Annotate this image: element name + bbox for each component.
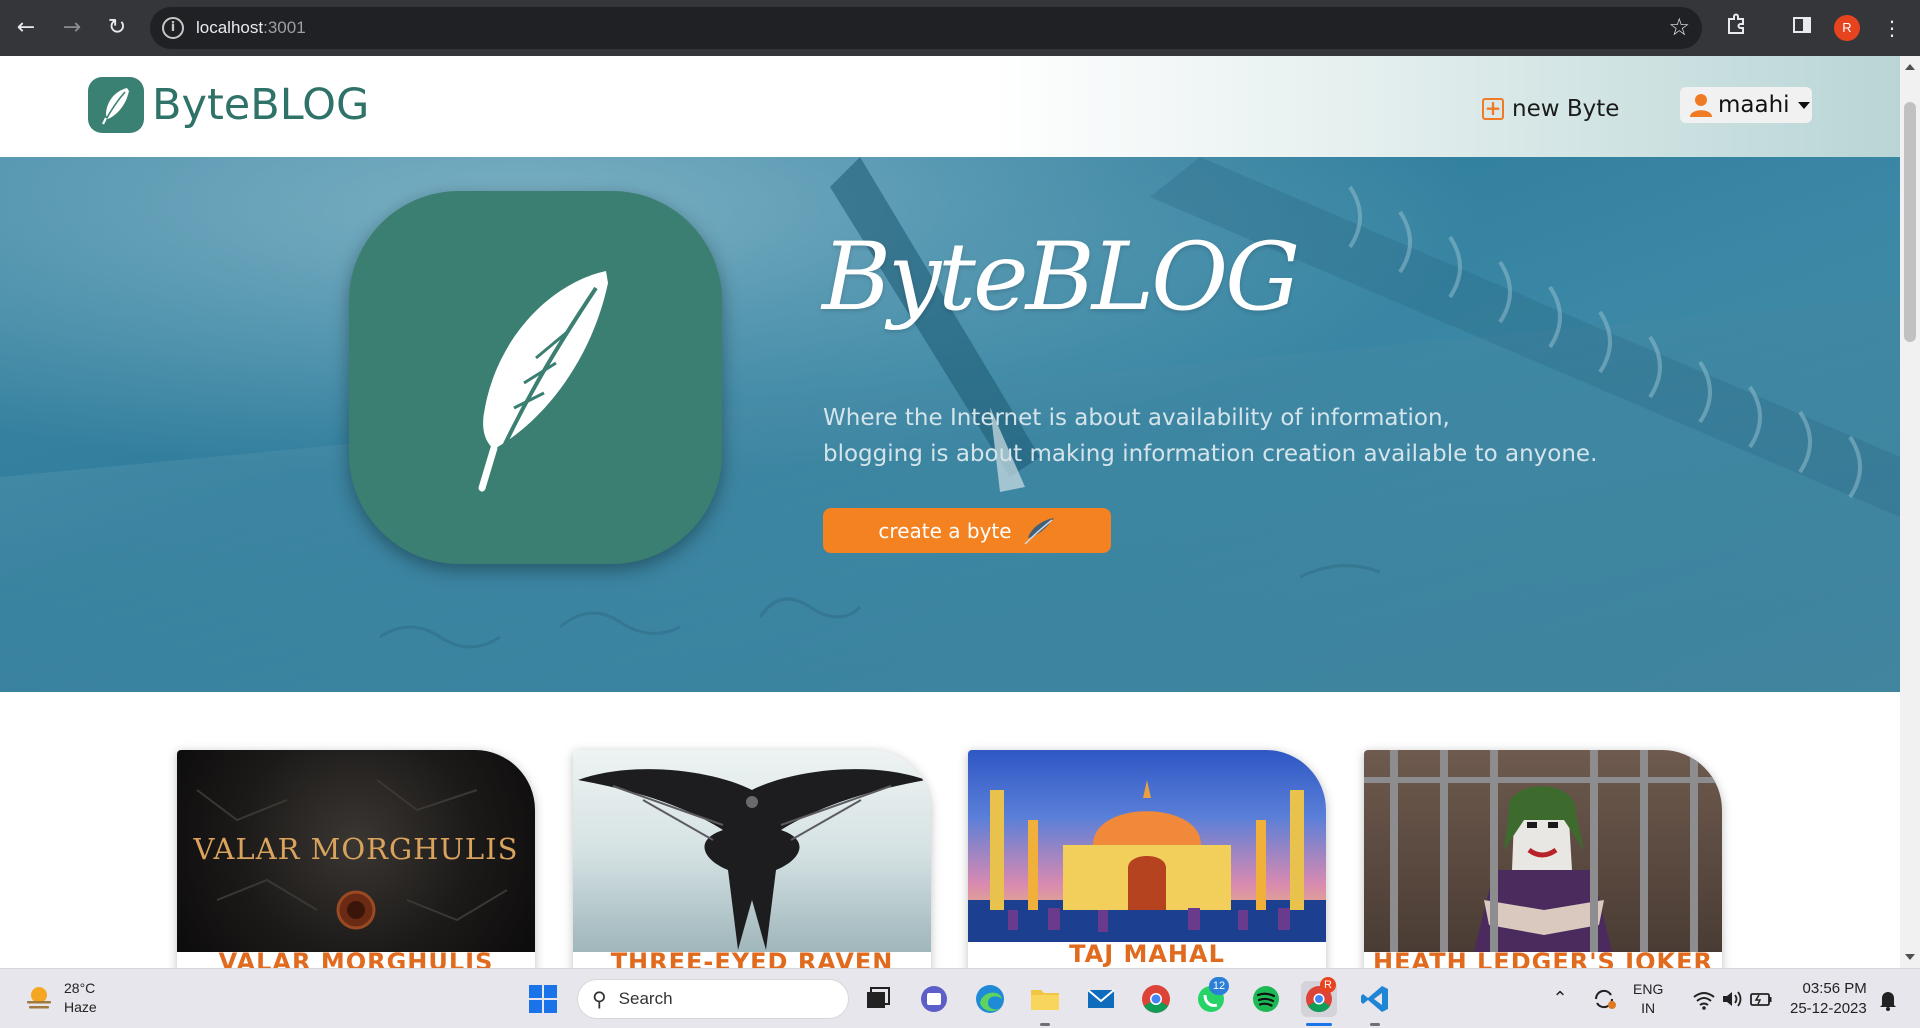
system-clock[interactable]: 03:56 PM 25-12-2023 [1790, 969, 1867, 1028]
spotify-icon[interactable] [1248, 981, 1284, 1017]
forward-icon[interactable]: → [56, 12, 88, 44]
card-image-taj-mahal [968, 750, 1326, 942]
url-host: localhost [196, 18, 264, 37]
back-icon[interactable]: ← [10, 12, 42, 44]
scrollbar-thumb[interactable] [1904, 102, 1916, 342]
tray-overflow-chevron-icon[interactable]: ⌃ [1542, 981, 1578, 1017]
feather-logo-icon [88, 77, 144, 133]
joker-icon [1364, 750, 1722, 952]
haze-sun-icon [27, 987, 51, 1009]
user-icon [1690, 93, 1712, 117]
user-name: maahi [1718, 92, 1790, 118]
mail-icon[interactable] [1083, 981, 1119, 1017]
lang-code: ENG [1633, 981, 1664, 997]
feather-icon [478, 270, 608, 491]
teams-chat-icon[interactable] [916, 981, 952, 1017]
search-icon: ⚲ [592, 988, 607, 1011]
chevron-down-icon [1797, 101, 1810, 109]
quill-icon [1024, 517, 1054, 545]
card-title[interactable]: TAJ MAHAL [968, 940, 1326, 968]
profile-avatar[interactable]: R [1834, 15, 1860, 41]
search-placeholder: Search [618, 989, 673, 1008]
hero-banner: ByteBLOG Where the Internet is about ava… [0, 157, 1900, 692]
plus-square-icon: + [1482, 98, 1504, 120]
raven-icon [578, 769, 926, 950]
card-title[interactable]: THREE-EYED RAVEN [573, 948, 931, 968]
chrome-icon[interactable] [1138, 981, 1174, 1017]
scroll-down-icon[interactable] [1905, 954, 1915, 960]
bookmark-star-icon[interactable]: ☆ [1668, 13, 1690, 41]
card-title[interactable]: VALAR MORGHULIS [177, 948, 535, 968]
menu-kebab-icon[interactable]: ⋮ [1876, 12, 1908, 44]
browser-toolbar: ← → ↻ i localhost:3001 ☆ R ⋮ [0, 0, 1920, 56]
address-bar[interactable]: i localhost:3001 ☆ [150, 7, 1702, 49]
new-byte-link[interactable]: + new Byte [1482, 91, 1619, 127]
blog-card[interactable]: VALAR MORGHULIS VALAR MORGHULIS [177, 750, 535, 968]
site-navbar: ByteBLOG + new Byte maahi [0, 56, 1900, 157]
new-byte-label: new Byte [1512, 96, 1620, 122]
file-explorer-icon[interactable] [1027, 981, 1063, 1017]
scroll-up-icon[interactable] [1905, 64, 1915, 70]
chrome-profile-badge: R [1320, 977, 1336, 993]
lang-region: IN [1641, 1000, 1656, 1016]
chrome-active-indicator [1306, 1023, 1332, 1026]
clock-time: 03:56 PM [1802, 980, 1867, 997]
hero-title: ByteBLOG [822, 223, 1300, 332]
tagline-line-2: blogging is about making information cre… [823, 441, 1598, 467]
url-port: :3001 [263, 18, 306, 37]
vscode-icon[interactable] [1357, 981, 1393, 1017]
weather-widget[interactable]: 28°C Haze [24, 979, 97, 1017]
edge-browser-icon[interactable] [972, 981, 1008, 1017]
page-scrollbar[interactable] [1900, 56, 1920, 968]
clock-date: 25-12-2023 [1790, 1000, 1867, 1017]
hero-logo [349, 191, 722, 564]
create-byte-label: create a byte [878, 518, 1012, 543]
card-image-valar-morghulis: VALAR MORGHULIS [177, 750, 535, 952]
blog-card[interactable]: THREE-EYED RAVEN [573, 750, 931, 968]
card-image-joker [1364, 750, 1722, 952]
weather-desc: Haze [64, 999, 97, 1015]
windows-start-icon[interactable] [525, 981, 561, 1017]
brand-name: ByteBLOG [152, 80, 370, 130]
tagline-line-1: Where the Internet is about availability… [823, 405, 1450, 431]
notification-bell-icon[interactable] [1870, 981, 1906, 1017]
card-title[interactable]: HEATH LEDGER'S JOKER [1364, 948, 1722, 968]
url-text[interactable]: localhost:3001 [196, 18, 306, 38]
side-panel-icon[interactable] [1786, 12, 1818, 44]
blog-card[interactable]: TAJ MAHAL [968, 750, 1326, 968]
input-language[interactable]: ENG IN [1633, 969, 1663, 1028]
explorer-running-indicator [1040, 1023, 1050, 1026]
card-image-caption: VALAR MORGHULIS [193, 832, 519, 866]
extensions-icon[interactable] [1720, 12, 1752, 44]
taskbar-search[interactable]: ⚲ Search [577, 979, 849, 1019]
site-info-icon[interactable]: i [162, 17, 184, 39]
weather-temp: 28°C [64, 980, 96, 996]
card-image-raven [573, 750, 931, 952]
battery-icon[interactable] [1742, 981, 1778, 1017]
reload-icon[interactable]: ↻ [101, 12, 133, 44]
user-menu-dropdown[interactable]: maahi [1680, 87, 1812, 123]
sync-icon[interactable] [1586, 981, 1622, 1017]
blog-cards-section: VALAR MORGHULIS VALAR MORGHULIS THREE-EY… [0, 692, 1900, 968]
hero-tagline: Where the Internet is about availability… [823, 400, 1623, 472]
taj-mahal-icon [968, 780, 1326, 942]
create-byte-button[interactable]: create a byte [823, 508, 1111, 553]
task-view-icon[interactable] [860, 981, 896, 1017]
brand-link[interactable]: ByteBLOG [88, 77, 369, 133]
windows-taskbar: 28°C Haze ⚲ Search 12 R ⌃ ENG IN 03:56 P… [0, 968, 1920, 1028]
page-viewport: ByteBLOG + new Byte maahi ByteBLOG Where… [0, 56, 1900, 968]
vscode-running-indicator [1370, 1023, 1380, 1026]
blog-card[interactable]: HEATH LEDGER'S JOKER [1364, 750, 1722, 968]
whatsapp-unread-badge: 12 [1209, 977, 1229, 995]
